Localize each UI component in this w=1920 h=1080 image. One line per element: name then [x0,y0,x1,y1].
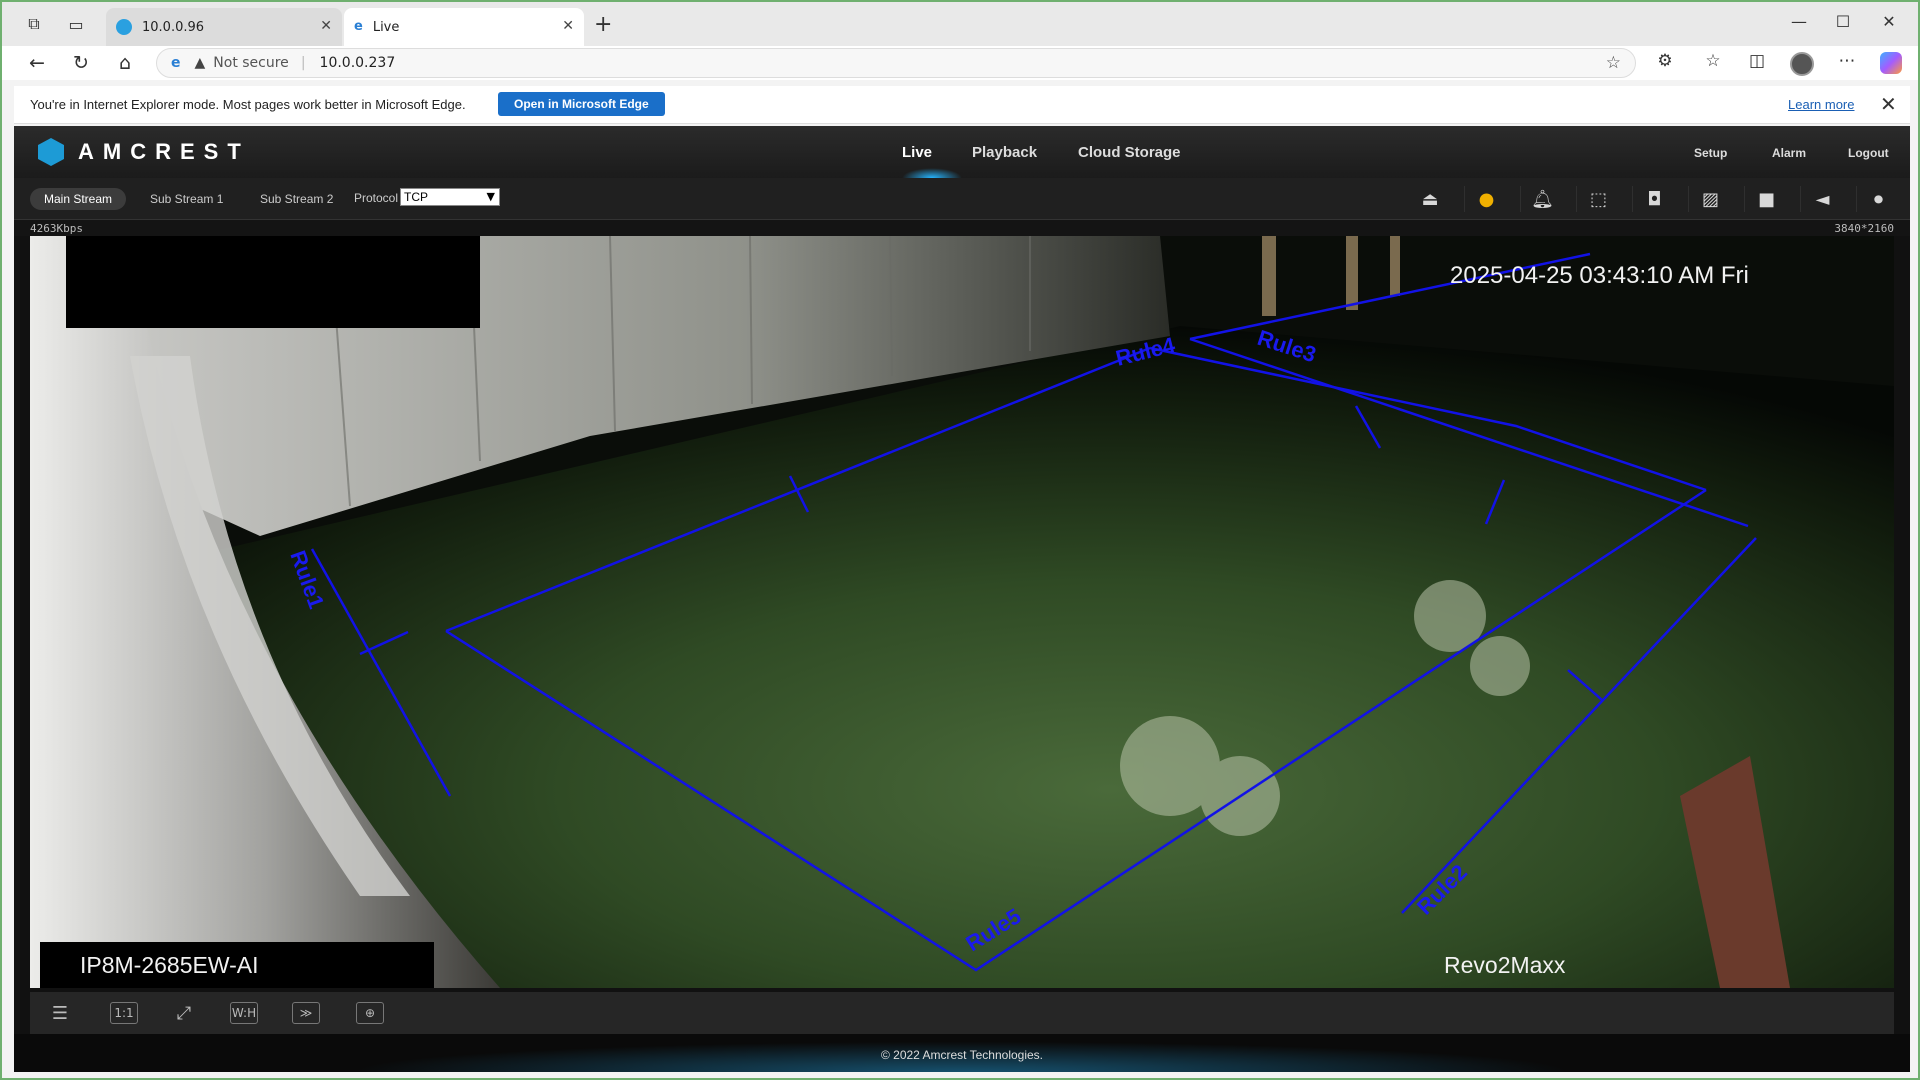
logo-hexagon-icon [38,138,64,166]
sub-stream-1-button[interactable]: Sub Stream 1 [136,188,237,210]
tab-bar: ⧉ ▭ 10.0.0.96 ✕ e Live ✕ + — ☐ ✕ [2,2,1918,46]
privacy-mask [66,236,480,328]
fluency-icon[interactable]: ≫ [292,1002,320,1024]
nav-live[interactable]: Live [902,144,932,161]
warning-icon: ▲ [194,55,206,71]
amcrest-logo: AMCREST [38,138,250,166]
profile-avatar[interactable] [1790,52,1814,76]
resolution-readout: 3840*2160 [1834,222,1894,235]
url-field[interactable]: e ▲ Not secure | 10.0.0.237 ☆ [156,48,1636,78]
workspaces-icon[interactable]: ⧉ [22,12,46,36]
stream-toolbar: Main Stream Sub Stream 1 Sub Stream 2 Pr… [14,178,1910,220]
camera-web-app: AMCREST Live Playback Cloud Storage Setu… [14,126,1910,1072]
original-size-button[interactable]: 1:1 [110,1002,138,1024]
close-banner-icon[interactable]: ✕ [1880,92,1897,116]
osd-timestamp: 2025-04-25 03:43:10 AM Fri [1450,262,1749,289]
ie-mode-icon[interactable]: e [171,55,181,71]
minimize-button[interactable]: — [1784,12,1814,31]
favorite-star-icon[interactable]: ☆ [1606,53,1621,73]
favorites-icon[interactable]: ☆ [1700,51,1726,77]
address-bar: ← ↻ ⌂ e ▲ Not secure | 10.0.0.237 ☆ ⚙ ☆ … [2,46,1918,80]
protocol-label: Protocol [354,191,399,205]
app-header: AMCREST Live Playback Cloud Storage Setu… [14,126,1910,178]
close-icon[interactable]: ✕ [320,18,332,34]
osd-camera-name: Revo2Maxx [1444,952,1566,978]
region-zoom-icon[interactable]: ⬚ [1576,186,1620,212]
maximize-button[interactable]: ☐ [1828,12,1858,31]
more-options-icon[interactable]: ⋯ [1834,51,1860,77]
browser-window: ⧉ ▭ 10.0.0.96 ✕ e Live ✕ + — ☐ ✕ ← ↻ ⌂ e… [0,0,1920,1080]
image-icon[interactable]: ▨ [1688,186,1732,212]
siren-icon[interactable]: ⏏ [1408,186,1452,212]
setup-link[interactable]: Setup [1694,146,1727,160]
divider: | [300,55,306,71]
live-video-feed[interactable]: Rule1 Rule2 Rule3 Rule4 Rule5 2025-04-25… [30,236,1894,988]
fullscreen-icon[interactable]: ⤢ [170,1002,198,1024]
nav-cloud-storage[interactable]: Cloud Storage [1078,144,1181,161]
tab-active[interactable]: e Live ✕ [344,8,584,46]
microphone-icon[interactable]: ⏺ [1856,186,1900,212]
osd-model-name: IP8M-2685EW-AI [80,952,259,978]
new-tab-button[interactable]: + [594,12,612,37]
bell-icon[interactable]: 🔔︎ [1520,186,1564,212]
collections-icon[interactable]: ◫ [1744,51,1770,77]
home-button[interactable]: ⌂ [112,50,138,76]
video-bottom-toolbar: ☰ 1:1 ⤢ W:H ≫ ⊕ [30,992,1894,1034]
window-close-button[interactable]: ✕ [1874,12,1904,31]
ie-mode-banner: You're in Internet Explorer mode. Most p… [14,86,1910,124]
settings-sliders-icon[interactable]: ☰ [46,1002,74,1024]
stream-status-line: 4263Kbps 3840*2160 [14,220,1910,236]
digital-zoom-icon[interactable]: ⊕ [356,1002,384,1024]
ie-icon: e [354,19,363,34]
copilot-icon[interactable] [1880,52,1902,74]
app-footer: © 2022 Amcrest Technologies. [14,1034,1910,1072]
site-favicon-icon [116,19,132,35]
nav-playback[interactable]: Playback [972,144,1037,161]
speaker-mute-icon[interactable]: ◄ [1800,186,1844,212]
protocol-value: TCP [404,190,428,204]
protocol-select[interactable]: TCP ▼ [400,188,500,206]
main-stream-button[interactable]: Main Stream [30,188,127,210]
copyright-text: © 2022 Amcrest Technologies. [880,1048,1044,1062]
chevron-down-icon: ▼ [486,190,495,203]
video-frame-svg: Rule1 Rule2 Rule3 Rule4 Rule5 [30,236,1894,988]
url-text[interactable]: 10.0.0.237 [320,55,396,71]
security-label[interactable]: Not secure [213,55,289,71]
bitrate-readout: 4263Kbps [30,222,83,235]
aspect-ratio-button[interactable]: W:H [230,1002,258,1024]
brand-name: AMCREST [78,139,250,164]
tab-inactive[interactable]: 10.0.0.96 ✕ [106,8,342,46]
record-video-icon[interactable]: ■ [1744,186,1788,212]
learn-more-link[interactable]: Learn more [1788,97,1854,112]
ie-mode-message: You're in Internet Explorer mode. Most p… [30,97,466,112]
alarm-link[interactable]: Alarm [1772,146,1806,160]
tab-label: Live [372,19,400,35]
logout-link[interactable]: Logout [1848,146,1889,160]
snapshot-camera-icon[interactable]: ◘ [1632,186,1676,212]
close-icon[interactable]: ✕ [562,18,574,34]
active-nav-indicator [902,168,962,178]
tab-label: 10.0.0.96 [142,19,205,35]
extensions-icon[interactable]: ⚙ [1652,51,1678,77]
refresh-button[interactable]: ↻ [68,50,94,76]
sub-stream-2-button[interactable]: Sub Stream 2 [246,188,347,210]
tab-actions-icon[interactable]: ▭ [64,12,88,36]
light-bulb-icon[interactable]: ● [1464,186,1508,212]
open-in-edge-button[interactable]: Open in Microsoft Edge [498,92,665,116]
back-button[interactable]: ← [24,50,50,76]
